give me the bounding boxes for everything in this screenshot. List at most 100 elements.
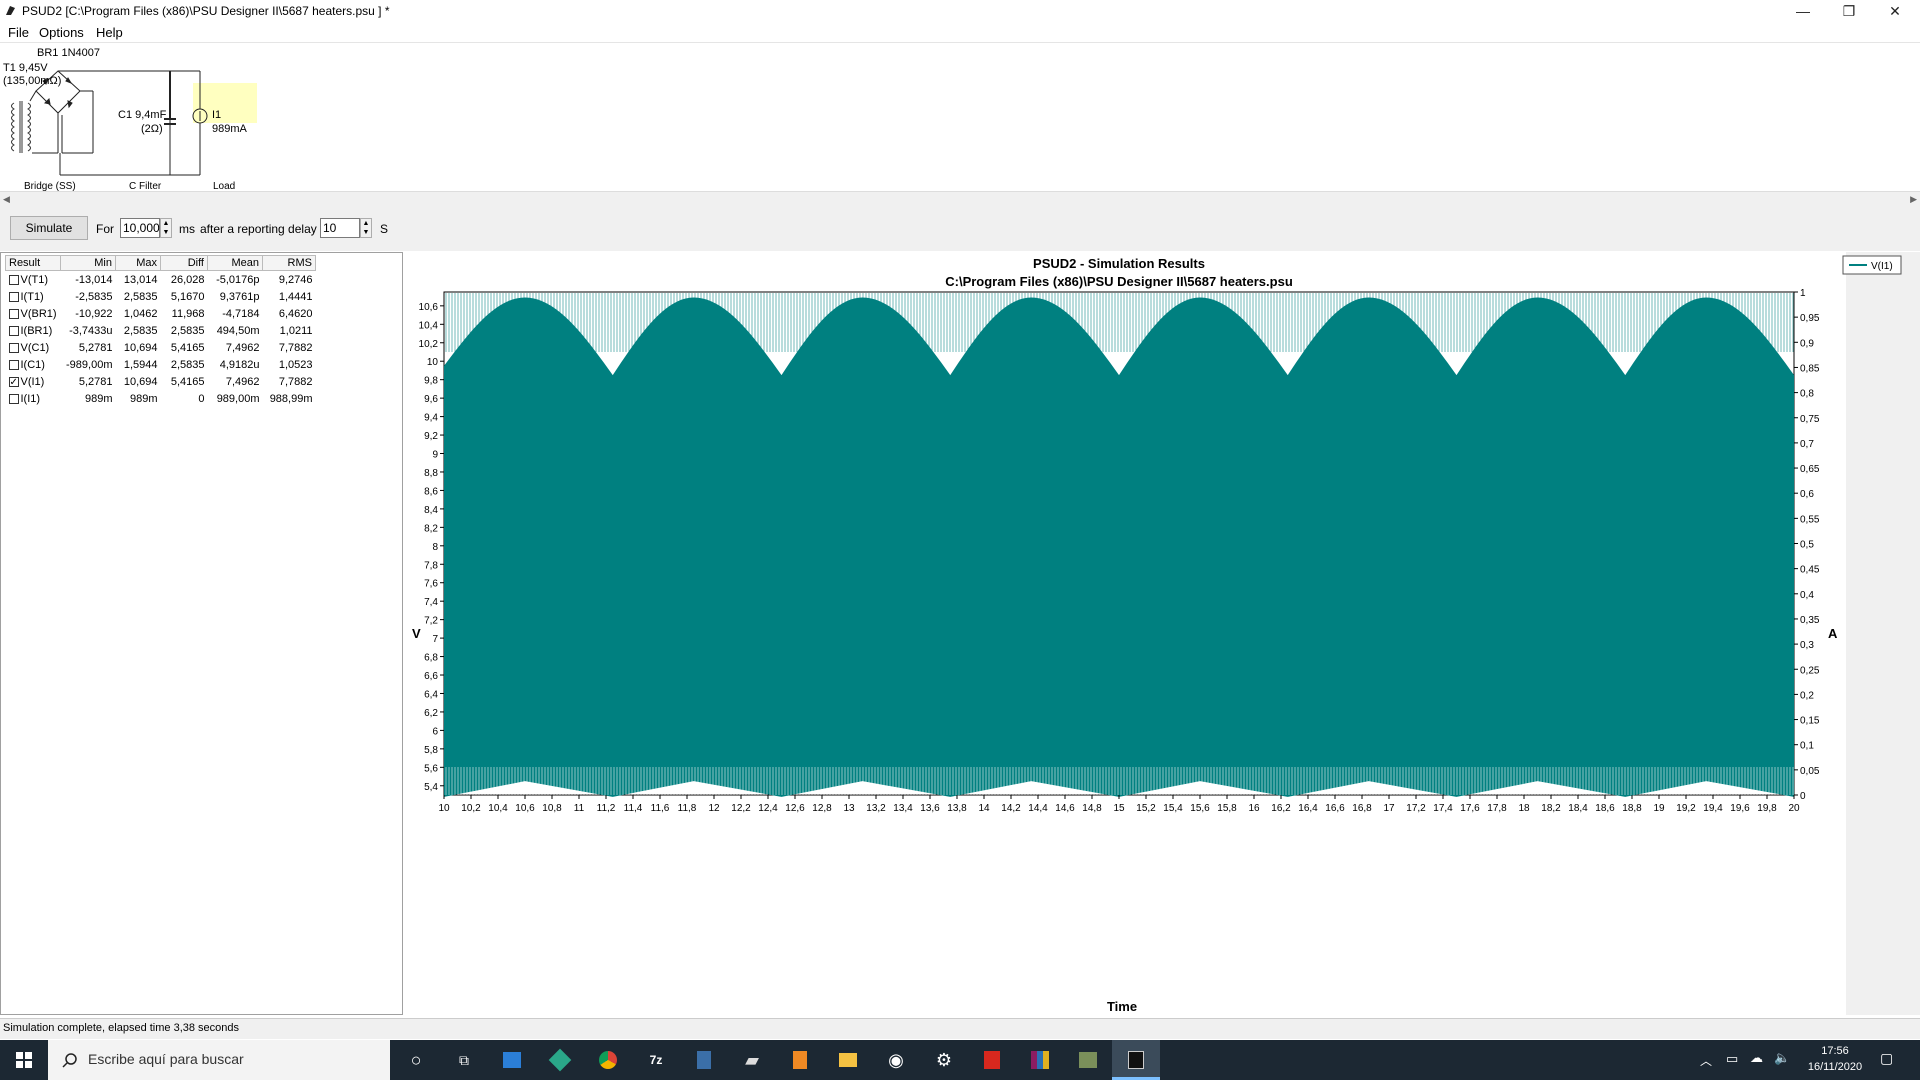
minimize-button[interactable]: — xyxy=(1780,0,1826,22)
acrobat-icon[interactable] xyxy=(968,1040,1016,1080)
result-name-cell: I(T1) xyxy=(6,288,61,305)
col-mean[interactable]: Mean xyxy=(207,255,263,271)
y-tick-label: 6 xyxy=(432,726,438,737)
result-name: I(I1) xyxy=(20,392,41,405)
close-button[interactable]: ✕ xyxy=(1872,0,1918,22)
cortana-icon[interactable]: ○ xyxy=(392,1040,440,1080)
transformer-voltage-label: T1 9,45V xyxy=(3,62,48,74)
simulation-toolbar: Simulate For 10,000 ▲ ▼ ms after a report… xyxy=(0,207,1920,251)
result-rms-cell: 7,7882 xyxy=(278,341,313,354)
x-tick-label: 18,2 xyxy=(1541,803,1561,814)
results-row[interactable]: V(BR1) -10,922 1,0462 11,968 -4,7184 6,4620 xyxy=(6,305,316,322)
delay-input[interactable]: 10 xyxy=(320,218,360,238)
result-rms-cell: 9,2746 xyxy=(278,273,313,286)
simulate-button[interactable]: Simulate xyxy=(10,216,88,240)
results-row[interactable]: V(C1) 5,2781 10,694 5,4165 7,4962 7,7882 xyxy=(6,339,316,356)
duration-spinner[interactable]: ▲ ▼ xyxy=(160,218,172,238)
calculator-icon[interactable] xyxy=(680,1040,728,1080)
simulation-chart[interactable]: PSUD2 - Simulation Results C:\Program Fi… xyxy=(406,252,1920,1015)
scroll-left-arrow-icon[interactable]: ◀ xyxy=(3,194,10,205)
result-checkbox[interactable] xyxy=(8,274,19,285)
results-row[interactable]: I(BR1) -3,7433u 2,5835 2,5835 494,50m 1,0211 xyxy=(6,322,316,339)
results-row[interactable]: I(I1) 989m 989m 0 989,00m 988,99m xyxy=(6,390,316,407)
result-min-cell: -3,7433u xyxy=(69,324,113,337)
x-tick-label: 16,8 xyxy=(1352,803,1372,814)
schematic-horizontal-scrollbar[interactable]: ◀ ▶ xyxy=(0,191,1920,208)
app-icon[interactable] xyxy=(536,1040,584,1080)
result-name: I(C1) xyxy=(20,358,45,371)
volume-icon[interactable]: 🔈 xyxy=(1774,1050,1790,1066)
x-tick-label: 13,8 xyxy=(947,803,967,814)
y-tick-label: 7 xyxy=(432,634,438,645)
menu-options[interactable]: Options xyxy=(39,25,84,40)
x-tick-label: 18,8 xyxy=(1622,803,1642,814)
clock[interactable]: 17:56 16/11/2020 xyxy=(1800,1043,1870,1075)
result-checkbox[interactable] xyxy=(8,342,19,353)
result-diff-cell: 2,5835 xyxy=(170,358,205,371)
result-checkbox[interactable]: ✓ xyxy=(8,376,19,387)
x-tick-label: 16,4 xyxy=(1298,803,1318,814)
notifications-icon[interactable]: ▢ xyxy=(1880,1050,1893,1067)
steam-icon[interactable]: ◉ xyxy=(872,1040,920,1080)
file-explorer-icon[interactable] xyxy=(824,1040,872,1080)
result-checkbox[interactable] xyxy=(8,393,19,404)
transformer-resistance-label: (135,00mΩ) xyxy=(3,75,62,87)
restore-button[interactable]: ❐ xyxy=(1826,0,1872,22)
col-rms[interactable]: RMS xyxy=(262,255,316,271)
col-min[interactable]: Min xyxy=(60,255,116,271)
results-row[interactable]: V(T1) -13,014 13,014 26,028 -5,0176p 9,2746 xyxy=(6,271,316,289)
y2-tick-label: 0,5 xyxy=(1800,540,1814,551)
x-tick-label: 12 xyxy=(708,803,720,814)
y-tick-label: 9,2 xyxy=(424,431,438,442)
taskbar-search-box[interactable]: Escribe aquí para buscar xyxy=(48,1040,390,1080)
col-max[interactable]: Max xyxy=(115,255,161,271)
x-tick-label: 14,4 xyxy=(1028,803,1048,814)
task-view-icon[interactable]: ⧉ xyxy=(440,1040,488,1080)
winrar-icon[interactable] xyxy=(1016,1040,1064,1080)
7zip-icon[interactable]: 7z xyxy=(632,1040,680,1080)
chrome-icon[interactable] xyxy=(584,1040,632,1080)
result-mean-cell: 4,9182u xyxy=(219,358,260,371)
results-row[interactable]: I(C1) -989,00m 1,5944 2,5835 4,9182u 1,0523 xyxy=(6,356,316,373)
capacitor-value-label: C1 9,4mF xyxy=(118,109,167,121)
col-diff[interactable]: Diff xyxy=(160,255,208,271)
menu-bar: File Options Help xyxy=(0,22,1920,43)
notepad-icon[interactable] xyxy=(776,1040,824,1080)
result-name-cell: I(BR1) xyxy=(6,322,61,339)
y-tick-label: 10,2 xyxy=(419,339,439,350)
col-result[interactable]: Result xyxy=(5,255,61,271)
windows-start-icon[interactable] xyxy=(0,1040,48,1080)
result-checkbox[interactable] xyxy=(8,359,19,370)
result-max-cell: 2,5835 xyxy=(123,324,158,337)
network-icon[interactable]: ▭ xyxy=(1726,1051,1738,1067)
y2-tick-label: 0,85 xyxy=(1800,363,1820,374)
results-row[interactable]: I(T1) -2,5835 2,5835 5,1670 9,3761p 1,4441 xyxy=(6,288,316,305)
menu-file[interactable]: File xyxy=(8,25,29,40)
results-row[interactable]: ✓ V(I1) 5,2781 10,694 5,4165 7,4962 7,7882 xyxy=(6,373,316,390)
y2-tick-label: 0,65 xyxy=(1800,464,1820,475)
result-checkbox[interactable] xyxy=(8,308,19,319)
result-checkbox[interactable] xyxy=(8,325,19,336)
delay-spinner[interactable]: ▲ ▼ xyxy=(360,218,372,238)
duration-input[interactable]: 10,000 xyxy=(120,218,160,238)
scroll-right-arrow-icon[interactable]: ▶ xyxy=(1910,194,1917,205)
y2-tick-label: 0,55 xyxy=(1800,514,1820,525)
for-label: For xyxy=(96,222,114,236)
result-name: V(C1) xyxy=(20,341,50,354)
result-checkbox[interactable] xyxy=(8,291,19,302)
onedrive-icon[interactable]: ☁ xyxy=(1750,1050,1763,1066)
tray-chevron-icon[interactable]: ︿ xyxy=(1700,1052,1712,1069)
y-tick-label: 7,2 xyxy=(424,616,438,627)
chart-legend[interactable]: V(I1) xyxy=(1842,255,1902,275)
settings-icon[interactable]: ⚙ xyxy=(920,1040,968,1080)
psud2-taskbar-icon[interactable] xyxy=(1112,1040,1160,1080)
chart-subtitle: C:\Program Files (x86)\PSU Designer II\5… xyxy=(945,274,1293,289)
store-icon[interactable] xyxy=(488,1040,536,1080)
result-mean-cell: -5,0176p xyxy=(216,273,260,286)
printer-icon[interactable]: ▰ xyxy=(728,1040,776,1080)
archive-icon[interactable] xyxy=(1064,1040,1112,1080)
x-tick-label: 13,6 xyxy=(920,803,940,814)
s-label: S xyxy=(380,222,389,236)
result-name-cell: ✓ V(I1) xyxy=(6,373,61,390)
menu-help[interactable]: Help xyxy=(96,25,123,40)
